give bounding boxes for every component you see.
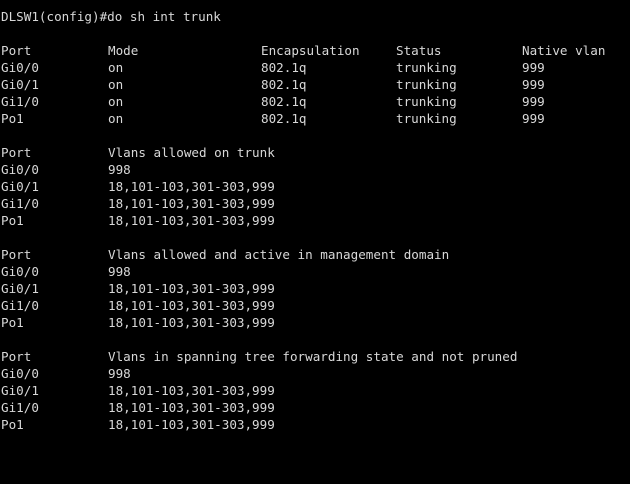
table-row: Gi0/1 18,101-103,301-303,999 [0, 280, 630, 297]
port-cell: Gi0/0 [1, 366, 39, 381]
vlans-cell: 998 [108, 366, 131, 381]
table-row: Gi0/0 998 [0, 365, 630, 382]
column-header-vlans-allowed: Vlans allowed on trunk [108, 145, 275, 160]
encapsulation-cell: 802.1q [261, 77, 307, 92]
column-header-port: Port [1, 349, 32, 364]
native-vlan-cell: 999 [522, 77, 545, 92]
table-row: Gi1/0 18,101-103,301-303,999 [0, 399, 630, 416]
table-row: Po1 18,101-103,301-303,999 [0, 416, 630, 433]
native-vlan-cell: 999 [522, 111, 545, 126]
port-cell: Gi0/0 [1, 60, 39, 75]
column-header-encapsulation: Encapsulation [261, 43, 360, 58]
status-cell: trunking [396, 111, 457, 126]
port-cell: Gi0/1 [1, 383, 39, 398]
status-cell: trunking [396, 60, 457, 75]
terminal-window[interactable]: DLSW1(config)#do sh int trunk Port Mode … [0, 0, 630, 435]
vlans-cell: 18,101-103,301-303,999 [108, 417, 275, 432]
port-cell: Po1 [1, 417, 24, 432]
mode-cell: on [108, 60, 124, 75]
table-row: Gi0/0 on 802.1q trunking 999 [0, 59, 630, 76]
column-header-vlans-forwarding: Vlans in spanning tree forwarding state … [108, 349, 518, 364]
table-row: Gi1/0 on 802.1q trunking 999 [0, 93, 630, 110]
port-cell: Gi0/0 [1, 264, 39, 279]
active-table-header: Port Vlans allowed and active in managem… [0, 246, 630, 263]
table-row: Gi0/1 18,101-103,301-303,999 [0, 178, 630, 195]
table-row: Gi0/1 18,101-103,301-303,999 [0, 382, 630, 399]
table-row: Gi0/0 998 [0, 263, 630, 280]
port-cell: Gi1/0 [1, 196, 39, 211]
vlans-cell: 18,101-103,301-303,999 [108, 298, 275, 313]
mode-cell: on [108, 94, 124, 109]
table-row: Po1 18,101-103,301-303,999 [0, 212, 630, 229]
table-row: Po1 on 802.1q trunking 999 [0, 110, 630, 127]
port-cell: Gi0/1 [1, 179, 39, 194]
column-header-mode: Mode [108, 43, 139, 58]
port-cell: Gi0/0 [1, 162, 39, 177]
mode-table-header: Port Mode Encapsulation Status Native vl… [0, 42, 630, 59]
column-header-port: Port [1, 145, 32, 160]
port-cell: Po1 [1, 213, 24, 228]
port-cell: Gi1/0 [1, 94, 39, 109]
table-row: Gi0/0 998 [0, 161, 630, 178]
column-header-status: Status [396, 43, 442, 58]
port-cell: Gi0/1 [1, 281, 39, 296]
port-cell: Po1 [1, 111, 24, 126]
encapsulation-cell: 802.1q [261, 60, 307, 75]
vlans-cell: 998 [108, 264, 131, 279]
port-cell: Po1 [1, 315, 24, 330]
vlans-cell: 18,101-103,301-303,999 [108, 179, 275, 194]
port-cell: Gi0/1 [1, 77, 39, 92]
port-cell: Gi1/0 [1, 298, 39, 313]
table-row: Gi0/1 on 802.1q trunking 999 [0, 76, 630, 93]
encapsulation-cell: 802.1q [261, 94, 307, 109]
vlans-cell: 18,101-103,301-303,999 [108, 213, 275, 228]
native-vlan-cell: 999 [522, 94, 545, 109]
vlans-cell: 998 [108, 162, 131, 177]
command-prompt: DLSW1(config)#do sh int trunk [1, 9, 221, 24]
column-header-vlans-active: Vlans allowed and active in management d… [108, 247, 450, 262]
column-header-native-vlan: Native vlan [522, 43, 606, 58]
column-header-port: Port [1, 247, 32, 262]
mode-cell: on [108, 77, 124, 92]
vlans-cell: 18,101-103,301-303,999 [108, 400, 275, 415]
status-cell: trunking [396, 77, 457, 92]
prompt-line: DLSW1(config)#do sh int trunk [0, 8, 630, 25]
forwarding-table-header: Port Vlans in spanning tree forwarding s… [0, 348, 630, 365]
encapsulation-cell: 802.1q [261, 111, 307, 126]
vlans-cell: 18,101-103,301-303,999 [108, 315, 275, 330]
vlans-cell: 18,101-103,301-303,999 [108, 196, 275, 211]
vlans-cell: 18,101-103,301-303,999 [108, 383, 275, 398]
table-row: Po1 18,101-103,301-303,999 [0, 314, 630, 331]
allowed-table-header: Port Vlans allowed on trunk [0, 144, 630, 161]
table-row: Gi1/0 18,101-103,301-303,999 [0, 195, 630, 212]
mode-cell: on [108, 111, 124, 126]
table-row: Gi1/0 18,101-103,301-303,999 [0, 297, 630, 314]
vlans-cell: 18,101-103,301-303,999 [108, 281, 275, 296]
column-header-port: Port [1, 43, 32, 58]
status-cell: trunking [396, 94, 457, 109]
native-vlan-cell: 999 [522, 60, 545, 75]
port-cell: Gi1/0 [1, 400, 39, 415]
